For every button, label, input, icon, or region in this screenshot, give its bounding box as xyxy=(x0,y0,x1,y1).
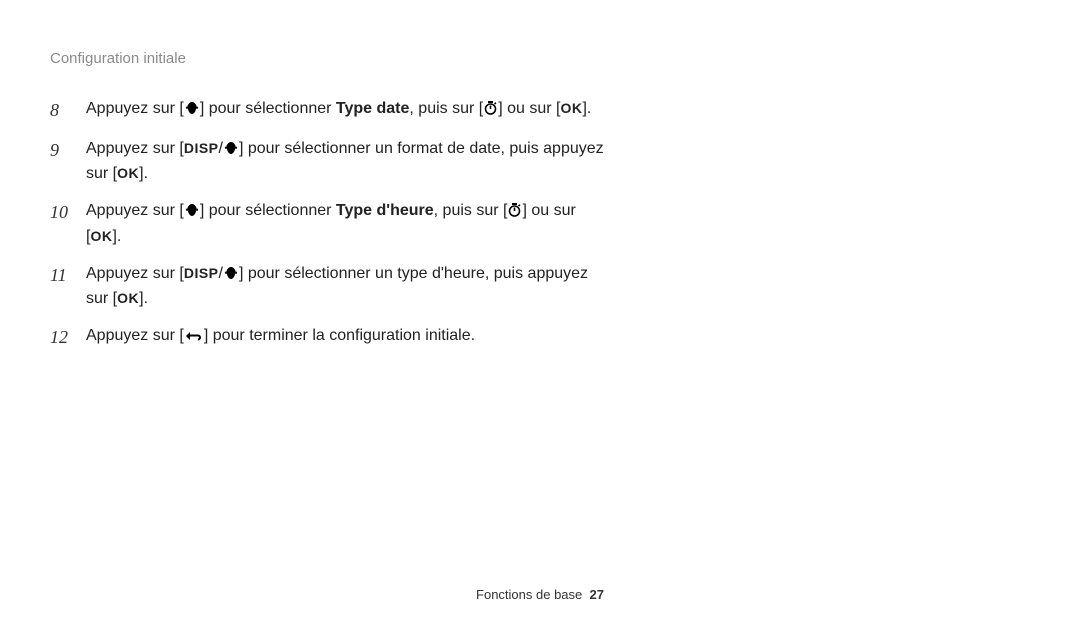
step-number: 12 xyxy=(50,324,86,350)
page-footer: Fonctions de base 27 xyxy=(0,587,1080,602)
footer-section: Fonctions de base xyxy=(476,587,582,602)
footer-page-number: 27 xyxy=(590,587,604,602)
step-11: 11 Appuyez sur [DISP/] pour sélectionner… xyxy=(50,262,610,310)
macro-icon xyxy=(185,99,199,122)
step-8: 8 Appuyez sur [] pour sélectionner Type … xyxy=(50,97,610,123)
bold-type-heure: Type d'heure xyxy=(336,202,434,219)
step-body: Appuyez sur [] pour sélectionner Type d'… xyxy=(86,199,610,247)
step-number: 11 xyxy=(50,262,86,288)
ok-icon: OK xyxy=(560,100,582,116)
step-list: 8 Appuyez sur [] pour sélectionner Type … xyxy=(50,97,610,350)
step-12: 12 Appuyez sur [] pour terminer la confi… xyxy=(50,324,610,350)
step-body: Appuyez sur [] pour sélectionner Type da… xyxy=(86,97,610,122)
step-number: 9 xyxy=(50,137,86,163)
back-icon xyxy=(185,326,203,349)
header-title: Configuration initiale xyxy=(50,50,186,67)
page-header: Configuration initiale xyxy=(50,50,1030,67)
macro-icon xyxy=(185,201,199,224)
timer-icon xyxy=(508,201,521,224)
step-body: Appuyez sur [DISP/] pour sélectionner un… xyxy=(86,137,610,185)
ok-icon: OK xyxy=(90,228,112,244)
step-body: Appuyez sur [DISP/] pour sélectionner un… xyxy=(86,262,610,310)
macro-icon xyxy=(224,139,238,162)
step-number: 8 xyxy=(50,97,86,123)
step-10: 10 Appuyez sur [] pour sélectionner Type… xyxy=(50,199,610,247)
disp-icon: DISP xyxy=(184,140,219,156)
bold-type-date: Type date xyxy=(336,100,410,117)
manual-page: Configuration initiale 8 Appuyez sur [] … xyxy=(0,0,1080,630)
ok-icon: OK xyxy=(117,165,139,181)
step-body: Appuyez sur [] pour terminer la configur… xyxy=(86,324,610,349)
macro-icon xyxy=(224,264,238,287)
step-9: 9 Appuyez sur [DISP/] pour sélectionner … xyxy=(50,137,610,185)
ok-icon: OK xyxy=(117,290,139,306)
timer-icon xyxy=(484,99,497,122)
disp-icon: DISP xyxy=(184,265,219,281)
step-number: 10 xyxy=(50,199,86,225)
